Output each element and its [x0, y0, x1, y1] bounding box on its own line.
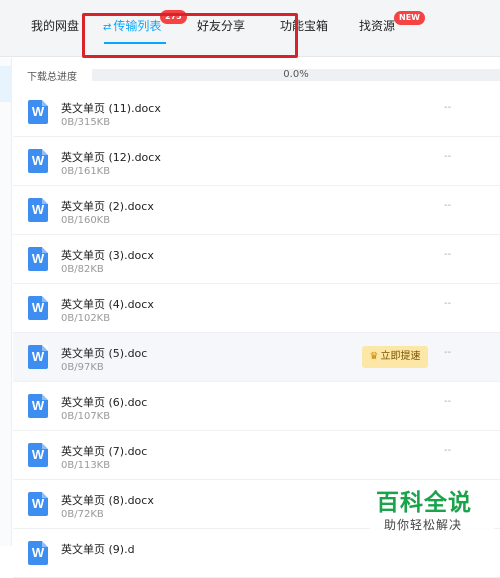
file-size: 0B/82KB: [61, 264, 104, 275]
file-size: 0B/161KB: [61, 166, 111, 177]
file-row[interactable]: W 英文单页 (5).doc 0B/97KB ♛ 立即提速 --: [13, 333, 500, 382]
word-icon: W: [28, 100, 48, 124]
download-progress-row: 下载总进度 0.0%: [13, 66, 500, 84]
file-name: 英文单页 (7).doc: [61, 445, 148, 458]
word-icon: W: [28, 198, 48, 222]
file-row[interactable]: W 英文单页 (4).docx 0B/102KB --: [13, 284, 500, 333]
file-size: 0B/315KB: [61, 117, 111, 128]
file-status: --: [444, 445, 452, 456]
watermark-subtitle: 助你轻松解决: [384, 518, 463, 532]
file-row[interactable]: W 英文单页 (6).doc 0B/107KB --: [13, 382, 500, 431]
left-sidebar-strip: [0, 58, 12, 546]
annotation-highlight-box: [82, 13, 298, 58]
file-status: --: [444, 347, 452, 358]
file-name: 英文单页 (9).d: [61, 543, 135, 556]
transfer-file-list: W 英文单页 (11).docx 0B/315KB -- W 英文单页 (12)…: [13, 88, 500, 578]
tab-find-resources[interactable]: 找资源: [359, 17, 395, 37]
file-name: 英文单页 (5).doc: [61, 347, 148, 360]
file-name: 英文单页 (8).docx: [61, 494, 154, 507]
file-status: --: [444, 396, 452, 407]
file-name: 英文单页 (4).docx: [61, 298, 154, 311]
left-sidebar-selected-item[interactable]: [0, 66, 12, 102]
file-status: --: [444, 249, 452, 260]
file-name: 英文单页 (11).docx: [61, 102, 161, 115]
file-status: --: [444, 298, 452, 309]
speed-up-label: 立即提速: [380, 351, 421, 362]
file-row[interactable]: W 英文单页 (12).docx 0B/161KB --: [13, 137, 500, 186]
word-icon: W: [28, 149, 48, 173]
progress-percent: 0.0%: [283, 69, 309, 80]
file-size: 0B/160KB: [61, 215, 111, 226]
file-size: 0B/97KB: [61, 362, 104, 373]
file-status: --: [444, 102, 452, 113]
word-icon: W: [28, 296, 48, 320]
word-icon: W: [28, 345, 48, 369]
progress-bar: 0.0%: [92, 69, 500, 81]
speed-up-button[interactable]: ♛ 立即提速: [362, 346, 428, 368]
progress-label: 下载总进度: [27, 72, 77, 83]
file-row[interactable]: W 英文单页 (3).docx 0B/82KB --: [13, 235, 500, 284]
word-icon: W: [28, 394, 48, 418]
word-icon: W: [28, 541, 48, 565]
word-icon: W: [28, 443, 48, 467]
tab-my-drive[interactable]: 我的网盘: [31, 17, 79, 37]
file-name: 英文单页 (6).doc: [61, 396, 148, 409]
file-size: 0B/102KB: [61, 313, 111, 324]
file-size: 0B/107KB: [61, 411, 111, 422]
file-row[interactable]: W 英文单页 (7).doc 0B/113KB --: [13, 431, 500, 480]
word-icon: W: [28, 492, 48, 516]
file-size: 0B/72KB: [61, 509, 104, 520]
watermark-title: 百科全说: [376, 490, 472, 516]
word-icon: W: [28, 247, 48, 271]
file-row[interactable]: W 英文单页 (2).docx 0B/160KB --: [13, 186, 500, 235]
new-badge: NEW: [394, 11, 425, 25]
file-status: --: [444, 151, 452, 162]
file-name: 英文单页 (3).docx: [61, 249, 154, 262]
top-navigation: 我的网盘 ⇄ 传输列表 275 好友分享 功能宝箱 找资源 NEW: [0, 0, 500, 58]
file-name: 英文单页 (2).docx: [61, 200, 154, 213]
file-name: 英文单页 (12).docx: [61, 151, 161, 164]
watermark: 百科全说 助你轻松解决: [370, 483, 494, 541]
crown-icon: ♛: [369, 351, 379, 362]
file-size: 0B/113KB: [61, 460, 111, 471]
file-row[interactable]: W 英文单页 (11).docx 0B/315KB --: [13, 88, 500, 137]
file-status: --: [444, 200, 452, 211]
